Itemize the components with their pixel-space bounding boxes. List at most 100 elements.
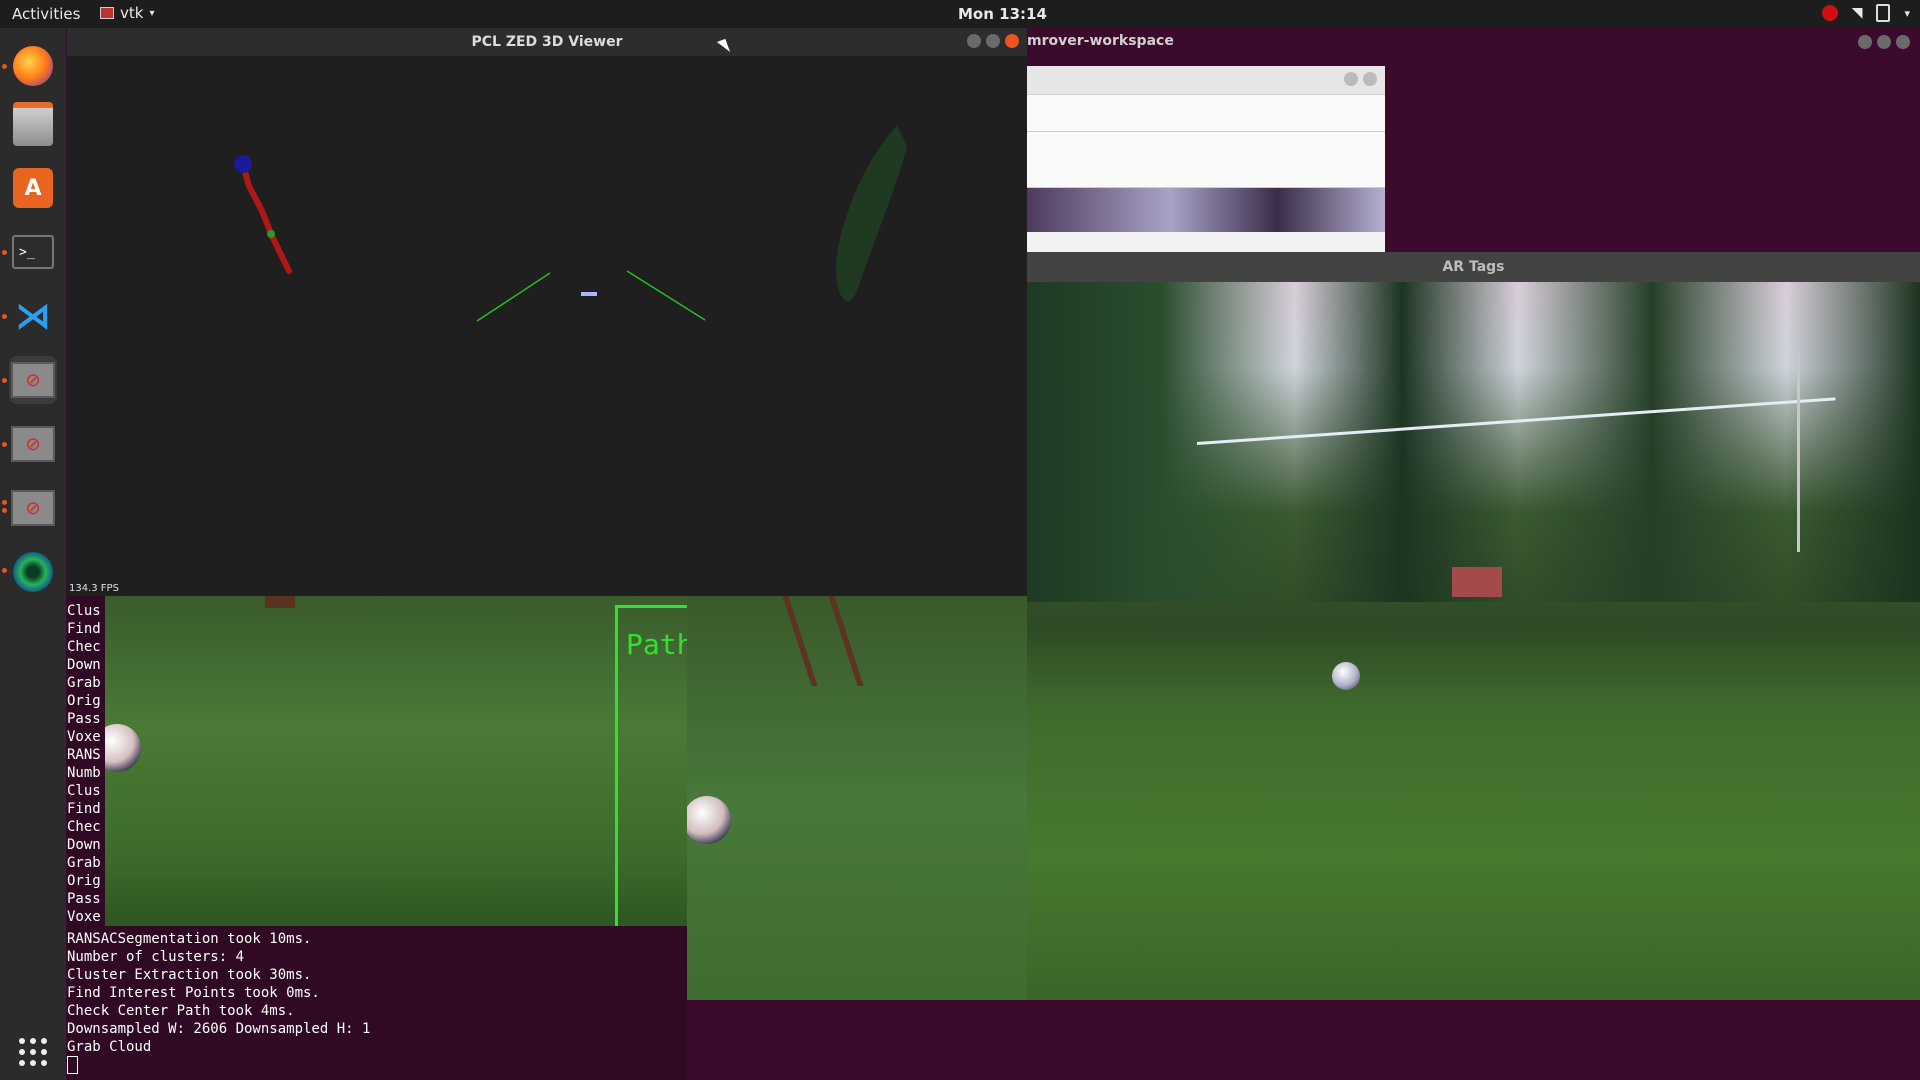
terminal-line: Grab [67, 675, 101, 691]
chevron-down-icon[interactable]: ▾ [1904, 7, 1910, 20]
activities-button[interactable]: Activities [12, 5, 80, 23]
terminal-line: Pass [67, 891, 101, 907]
terminal-truncated-pane: Clus Find Chec Down Grab Orig Pass Voxe … [67, 596, 105, 926]
terminal-line: Downsampled W: 2606 Downsampled H: 1 [67, 1021, 371, 1037]
ball [1332, 662, 1360, 690]
dock-vscode[interactable]: ⋊ [9, 292, 57, 340]
path-clear-box: Path C [615, 605, 687, 926]
dock-camera[interactable] [9, 548, 57, 596]
ladder [782, 596, 864, 686]
app-icon: ⊘ [11, 362, 55, 398]
ladder [265, 596, 295, 608]
ball [687, 796, 731, 844]
running-indicator [2, 378, 7, 383]
terminal-line: Grab [67, 855, 101, 871]
terminal-line: RANSACSegmentation took 10ms. [67, 931, 312, 947]
minimize-button[interactable] [1344, 72, 1358, 86]
terminal-cursor[interactable] [67, 1056, 78, 1074]
dialog-field[interactable] [1027, 95, 1385, 132]
terminal-line: Grab Cloud [67, 1039, 152, 1055]
dock-files[interactable] [9, 100, 57, 148]
left-camera-feed: Path C [105, 596, 687, 926]
terminal-line: Number of clusters: 4 [67, 949, 245, 965]
terminal-line: Voxe [67, 909, 101, 925]
terminal-line: Cluster Extraction took 30ms. [67, 967, 312, 983]
app-menu[interactable]: vtk ▾ [100, 4, 154, 22]
cluster-left-blue [234, 155, 252, 173]
terminal-window[interactable]: Clus Find Chec Down Grab Orig Pass Voxe … [67, 596, 687, 1080]
dock-terminal[interactable]: >_ [9, 228, 57, 276]
show-applications-button[interactable] [9, 1028, 57, 1076]
terminal-icon: >_ [12, 235, 54, 269]
running-indicator [2, 500, 7, 505]
window-controls [967, 34, 1019, 48]
terminal-line: Chec [67, 819, 101, 835]
window-title: PCL ZED 3D Viewer [471, 34, 623, 50]
terminal-output: RANSACSegmentation took 10ms. Number of … [67, 926, 687, 1074]
dock: A >_ ⋊ ⊘ ⊘ ⊘ [0, 28, 66, 1080]
camera-icon [13, 552, 53, 592]
ball [105, 724, 141, 772]
running-indicator [2, 64, 7, 69]
vscode-icon: ⋊ [15, 295, 51, 337]
firefox-icon [13, 46, 53, 86]
terminal-line: Orig [67, 693, 101, 709]
dock-app-2[interactable]: ⊘ [9, 420, 57, 468]
dock-app-3[interactable]: ⊘ [9, 484, 57, 532]
terminal-line: Find [67, 801, 101, 817]
top-bar: Activities vtk ▾ Mon 13:14 ◥ ▾ [0, 0, 1920, 28]
terminal-line: Clus [67, 603, 101, 619]
files-icon [13, 102, 53, 146]
recording-indicator-icon[interactable] [1821, 5, 1838, 21]
close-button[interactable] [1363, 72, 1377, 86]
maximize-button[interactable] [1877, 35, 1891, 49]
wifi-icon[interactable]: ◥ [1852, 5, 1863, 21]
dock-software[interactable]: A [9, 164, 57, 212]
point-cloud-canvas[interactable] [67, 56, 1027, 596]
minimize-button[interactable] [1858, 35, 1872, 49]
cluster-left [239, 158, 292, 274]
apps-grid-icon [19, 1038, 47, 1066]
terminal-line: Pass [67, 711, 101, 727]
pcl-titlebar[interactable]: PCL ZED 3D Viewer [67, 28, 1027, 56]
dialog-preview-image [1027, 188, 1385, 232]
terminal-prompt [67, 1056, 687, 1074]
net-pole [1797, 352, 1800, 552]
right-camera-feed [687, 596, 1027, 1000]
maximize-button[interactable] [986, 34, 1000, 48]
fps-readout: 134.3 FPS [69, 583, 119, 594]
close-button[interactable] [1005, 34, 1019, 48]
app-icon: ⊘ [11, 490, 55, 526]
tree-line [1027, 282, 1920, 602]
window-title[interactable]: AR Tags [1027, 252, 1920, 282]
dock-app-1[interactable]: ⊘ [9, 356, 57, 404]
path-line-right [626, 270, 706, 321]
battery-icon[interactable] [1876, 4, 1891, 22]
running-indicator [2, 508, 7, 513]
cluster-left-green [267, 230, 275, 238]
pcl-viewer-window: PCL ZED 3D Viewer 134.3 FPS [67, 28, 1027, 596]
terminal-line: Chec [67, 639, 101, 655]
cluster-right [836, 126, 907, 302]
software-icon: A [13, 168, 53, 208]
dialog-titlebar[interactable] [1027, 66, 1385, 95]
dialog-window [1027, 66, 1385, 252]
workspace-window-titlebar[interactable]: mrover-workspace [1027, 28, 1920, 56]
running-indicator [2, 442, 7, 447]
window-title: mrover-workspace [1027, 33, 1174, 49]
terminal-line: Down [67, 657, 101, 673]
dock-firefox[interactable] [9, 42, 57, 90]
clock[interactable]: Mon 13:14 [958, 5, 1047, 23]
dialog-field[interactable] [1027, 132, 1385, 188]
running-indicator [2, 568, 7, 573]
running-indicator [2, 250, 7, 255]
minimize-button[interactable] [967, 34, 981, 48]
system-tray[interactable]: ◥ ▾ [1821, 4, 1910, 22]
path-line-left [476, 272, 551, 322]
window-controls [1344, 72, 1377, 86]
close-button[interactable] [1896, 35, 1910, 49]
terminal-line: Voxe [67, 729, 101, 745]
app-icon: ⊘ [11, 426, 55, 462]
terminal-line: RANS [67, 747, 101, 763]
terminal-line: Find [67, 621, 101, 637]
